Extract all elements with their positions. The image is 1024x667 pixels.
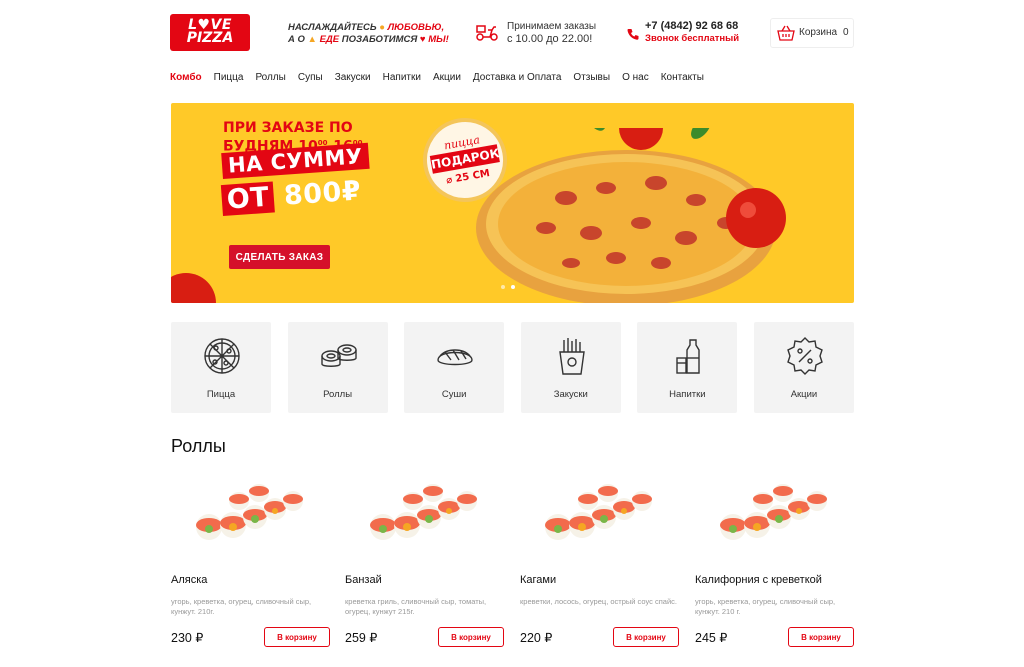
drinks-icon [676, 339, 701, 374]
roll-image [720, 484, 827, 540]
nav-reviews[interactable]: Отзывы [573, 72, 610, 83]
promo-banner[interactable]: ПРИ ЗАКАЗЕ ПО БУДНЯМ 1000-1600 НА СУММУ … [171, 103, 854, 303]
product-card[interactable]: Банзай креветка гриль, сливочный сыр, то… [345, 475, 505, 655]
banner-big2: ОТ 800₽ [220, 175, 363, 216]
roll-image [370, 484, 477, 540]
roll-image [196, 484, 303, 540]
product-description: угорь, креветка, огурец, сливочный сыр, … [171, 597, 312, 616]
banner-line1: ПРИ ЗАКАЗЕ ПО [223, 120, 353, 136]
product-card[interactable]: Аляска угорь, креветка, огурец, сливочны… [171, 475, 331, 655]
rolls-icon [320, 344, 357, 367]
add-to-cart-button[interactable]: В корзину [438, 627, 504, 647]
nav-about[interactable]: О нас [622, 72, 649, 83]
banner-big2b: 800₽ [282, 175, 363, 212]
slider-dot-active[interactable] [511, 285, 515, 289]
product-price: 259 ₽ [345, 631, 378, 645]
section-title: Роллы [171, 436, 226, 456]
product-name[interactable]: Аляска [171, 574, 207, 586]
slogan-part3: А О [288, 34, 305, 45]
product-grid: Аляска угорь, креветка, огурец, сливочны… [171, 475, 861, 655]
slogan-part1: НАСЛАЖДАЙТЕСЬ [288, 22, 377, 33]
orders-line2: с 10.00 до 22.00! [507, 33, 593, 45]
nav-contacts[interactable]: Контакты [661, 72, 704, 83]
product-card[interactable]: Калифорния с креветкой угорь, креветка, … [695, 475, 855, 655]
heart-icon: ♥ [419, 34, 426, 45]
smile-emoji-icon: ● [379, 22, 385, 33]
category-drinks[interactable]: Напитки [637, 322, 738, 413]
logo-line2: PIZZA [186, 30, 234, 46]
product-description: креветка гриль, сливочный сыр, томаты, о… [345, 597, 487, 616]
category-label: Роллы [323, 389, 353, 400]
phone-note: Звонок бесплатный [645, 33, 740, 44]
delivery-hours: Принимаем заказы с 10.00 до 22.00! [475, 20, 597, 50]
slider-dot[interactable] [501, 285, 505, 289]
category-promos[interactable]: Акции [753, 322, 854, 413]
category-rolls[interactable]: Роллы [287, 322, 388, 413]
main-nav: Комбо Пицца Роллы Супы Закуски Напитки А… [170, 72, 716, 83]
slider-dots [501, 285, 515, 289]
nav-soups[interactable]: Супы [298, 72, 323, 83]
percent-badge-icon [787, 337, 823, 375]
slogan-part4: ЕДЕ [319, 34, 340, 45]
category-snacks[interactable]: Закуски [520, 322, 621, 413]
fries-icon [558, 338, 585, 375]
category-label: Акции [790, 389, 818, 400]
product-card[interactable]: Кагами креветки, лосось, огурец, острый … [520, 475, 680, 655]
phone-number[interactable]: +7 (4842) 92 68 68 [645, 20, 738, 32]
cart-label: Корзина [799, 27, 838, 38]
product-price: 220 ₽ [520, 631, 553, 645]
product-name[interactable]: Калифорния с креветкой [695, 574, 822, 586]
category-label: Суши [441, 389, 467, 400]
add-to-cart-button[interactable]: В корзину [788, 627, 854, 647]
product-price: 245 ₽ [695, 631, 728, 645]
banner-big2a: ОТ [220, 181, 276, 216]
category-sushi[interactable]: Суши [404, 322, 505, 413]
pizza-emoji-icon: ▲ [307, 34, 317, 45]
add-to-cart-button[interactable]: В корзину [264, 627, 330, 647]
nav-rolls[interactable]: Роллы [255, 72, 285, 83]
nav-pizza[interactable]: Пицца [214, 72, 244, 83]
header: L♥VE PIZZA НАСЛАЖДАЙТЕСЬ ● ЛЮБОВЬЮ, А О … [170, 12, 854, 54]
pizza-icon [204, 338, 240, 374]
category-label: Напитки [669, 389, 706, 400]
product-description: угорь, креветка, огурец, сливочный сыр, … [695, 597, 836, 616]
slogan-part2: ЛЮБОВЬЮ, [387, 22, 445, 33]
logo[interactable]: L♥VE PIZZA [170, 14, 250, 51]
category-label: Пицца [206, 389, 236, 400]
nav-combo[interactable]: Комбо [170, 72, 202, 83]
nav-drinks[interactable]: Напитки [383, 72, 421, 83]
product-price: 230 ₽ [171, 631, 204, 645]
category-pizza[interactable]: Пицца [171, 322, 271, 413]
orders-line1: Принимаем заказы [507, 21, 597, 32]
slogan-part5: ПОЗАБОТИМСЯ [341, 34, 418, 45]
product-name[interactable]: Банзай [345, 574, 382, 586]
tomato-corner-image [171, 273, 216, 303]
order-button[interactable]: СДЕЛАТЬ ЗАКАЗ [229, 245, 330, 269]
product-description: креветки, лосось, огурец, острый соус сп… [520, 597, 677, 606]
slogan-part6: МЫ! [428, 34, 449, 45]
basket-icon [777, 25, 795, 41]
scooter-icon [476, 25, 498, 41]
product-name[interactable]: Кагами [520, 574, 556, 586]
category-tiles: Пицца Роллы Суши Закуски Напитки Акции [171, 322, 854, 413]
cart-button[interactable]: Корзина 0 [770, 18, 854, 48]
nav-promos[interactable]: Акции [433, 72, 461, 83]
slogan: НАСЛАЖДАЙТЕСЬ ● ЛЮБОВЬЮ, А О ▲ ЕДЕ ПОЗАБ… [288, 22, 449, 46]
add-to-cart-button[interactable]: В корзину [613, 627, 679, 647]
cart-count: 0 [843, 27, 849, 38]
nav-delivery[interactable]: Доставка и Оплата [473, 72, 562, 83]
roll-image [545, 484, 652, 540]
phone-icon [627, 29, 639, 40]
category-label: Закуски [553, 389, 588, 400]
sushi-icon [437, 349, 473, 366]
nav-snacks[interactable]: Закуски [335, 72, 371, 83]
